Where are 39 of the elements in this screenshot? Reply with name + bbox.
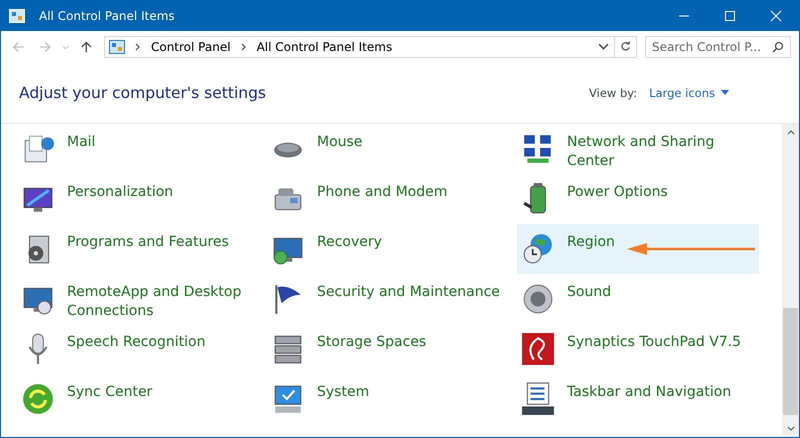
control-panel-item[interactable]: Recovery [267, 224, 509, 274]
control-panel-item[interactable]: Taskbar and Navigation [517, 374, 759, 424]
control-panel-item[interactable]: Mail [17, 124, 259, 174]
control-panel-item[interactable]: Sound [517, 274, 759, 324]
sync-icon [21, 382, 55, 416]
page-heading: Adjust your computer's settings [19, 84, 266, 102]
control-panel-item[interactable]: Mouse [267, 124, 509, 174]
scrollbar[interactable] [782, 124, 799, 437]
search-icon[interactable] [772, 40, 784, 52]
taskbar-checklist-icon [521, 382, 555, 416]
scroll-thumb[interactable] [783, 308, 798, 415]
speaker-icon [521, 282, 555, 316]
chevron-icon [240, 42, 247, 50]
control-panel-item[interactable]: Region [517, 224, 759, 274]
breadcrumb[interactable]: Control Panel [150, 40, 231, 54]
address-bar[interactable]: Control Panel All Control Panel Items [104, 36, 637, 58]
control-panel-item[interactable]: Personalization [17, 174, 259, 224]
search-field[interactable]: Search Control P... [645, 36, 791, 58]
control-panel-item[interactable]: Storage Spaces [267, 324, 509, 374]
control-panel-item[interactable]: System [267, 374, 509, 424]
control-panel-item[interactable]: Sync Center [17, 374, 259, 424]
control-panel-icon [9, 8, 25, 22]
control-panel-item[interactable]: Network and Sharing Center [517, 124, 759, 174]
control-panel-item[interactable]: Speech Recognition [17, 324, 259, 374]
view-mode-dropdown[interactable]: Large icons [649, 86, 729, 100]
caret-icon [721, 90, 729, 95]
control-panel-item[interactable]: Synaptics TouchPad V7.5 [517, 324, 759, 374]
logo-icon [521, 332, 555, 366]
breadcrumb[interactable]: All Control Panel Items [256, 40, 392, 54]
window-title: All Control Panel Items [39, 8, 175, 22]
control-panel-item[interactable]: Programs and Features [17, 224, 259, 274]
chevron-icon [134, 42, 141, 50]
globe-clock-icon [521, 232, 555, 266]
control-panel-icon [108, 40, 125, 54]
view-by-label: View by: [589, 86, 638, 100]
control-panel-item[interactable]: RemoteApp and Desktop Connections [17, 274, 259, 324]
control-panel-item[interactable]: Phone and Modem [267, 174, 509, 224]
control-panel-item[interactable]: Power Options [517, 174, 759, 224]
control-panel-item[interactable]: Security and Maintenance [267, 274, 509, 324]
